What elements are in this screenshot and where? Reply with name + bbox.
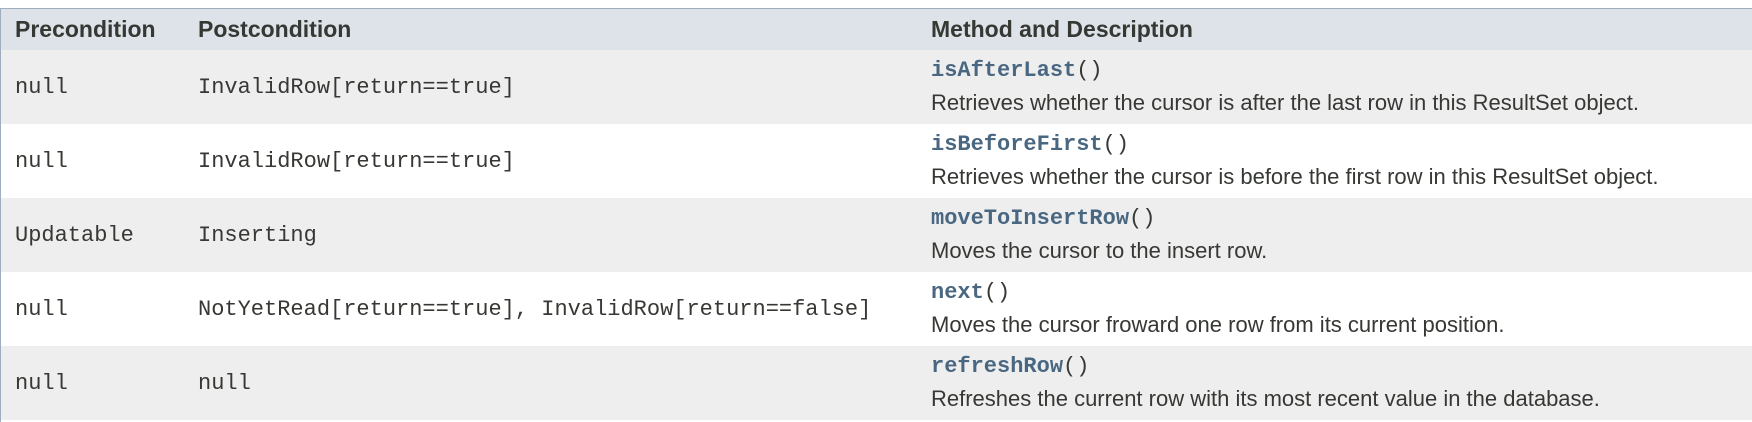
method-parens: () <box>1129 206 1156 231</box>
table-row: null InvalidRow[return==true] isAfterLas… <box>1 50 1752 124</box>
header-postcondition: Postcondition <box>198 16 352 42</box>
header-precondition: Precondition <box>15 16 156 42</box>
method-description-cell: moveToInsertRow() Moves the cursor to th… <box>929 198 1752 272</box>
table-header-row: Precondition Postcondition Method and De… <box>1 9 1752 50</box>
method-link-moveToInsertRow[interactable]: moveToInsertRow <box>931 206 1129 231</box>
method-description: Refreshes the current row with its most … <box>931 386 1600 411</box>
precondition-cell: Updatable <box>15 222 134 248</box>
method-description-cell: isAfterLast() Retrieves whether the curs… <box>929 50 1752 124</box>
table-row: null NotYetRead[return==true], InvalidRo… <box>1 272 1752 346</box>
precondition-cell: null <box>15 148 68 174</box>
method-signature: isAfterLast() <box>931 55 1752 87</box>
method-signature: moveToInsertRow() <box>931 203 1752 235</box>
method-description: Moves the cursor to the insert row. <box>931 238 1268 263</box>
header-method-description: Method and Description <box>931 16 1193 42</box>
method-description-cell: next() Moves the cursor froward one row … <box>929 272 1752 346</box>
table-row: Updatable Inserting moveToInsertRow() Mo… <box>1 198 1752 272</box>
postcondition-cell: InvalidRow[return==true] <box>198 148 515 174</box>
method-parens: () <box>1063 354 1090 379</box>
precondition-cell: null <box>15 296 68 322</box>
postcondition-cell: InvalidRow[return==true] <box>198 74 515 100</box>
method-description: Moves the cursor froward one row from it… <box>931 312 1505 337</box>
method-table: Precondition Postcondition Method and De… <box>1 9 1752 420</box>
postcondition-cell: NotYetRead[return==true], InvalidRow[ret… <box>198 296 872 322</box>
method-link-isBeforeFirst[interactable]: isBeforeFirst <box>931 132 1103 157</box>
method-signature: refreshRow() <box>931 351 1752 383</box>
method-summary-table: Precondition Postcondition Method and De… <box>0 8 1752 422</box>
method-signature: isBeforeFirst() <box>931 129 1752 161</box>
method-description-cell: isBeforeFirst() Retrieves whether the cu… <box>929 124 1752 198</box>
method-parens: () <box>983 280 1011 305</box>
method-link-next[interactable]: next <box>931 280 984 305</box>
method-description: Retrieves whether the cursor is after th… <box>931 90 1639 115</box>
method-link-refreshRow[interactable]: refreshRow <box>931 354 1063 379</box>
precondition-cell: null <box>15 370 68 396</box>
postcondition-cell: Inserting <box>198 222 317 248</box>
precondition-cell: null <box>15 74 68 100</box>
method-description: Retrieves whether the cursor is before t… <box>931 164 1659 189</box>
postcondition-cell: null <box>198 370 251 396</box>
table-row: null null refreshRow() Refreshes the cur… <box>1 346 1752 420</box>
method-parens: () <box>1076 58 1103 83</box>
method-link-isAfterLast[interactable]: isAfterLast <box>931 58 1076 83</box>
method-signature: next() <box>931 277 1752 309</box>
method-description-cell: refreshRow() Refreshes the current row w… <box>929 346 1752 420</box>
method-parens: () <box>1102 132 1130 157</box>
table-row: null InvalidRow[return==true] isBeforeFi… <box>1 124 1752 198</box>
